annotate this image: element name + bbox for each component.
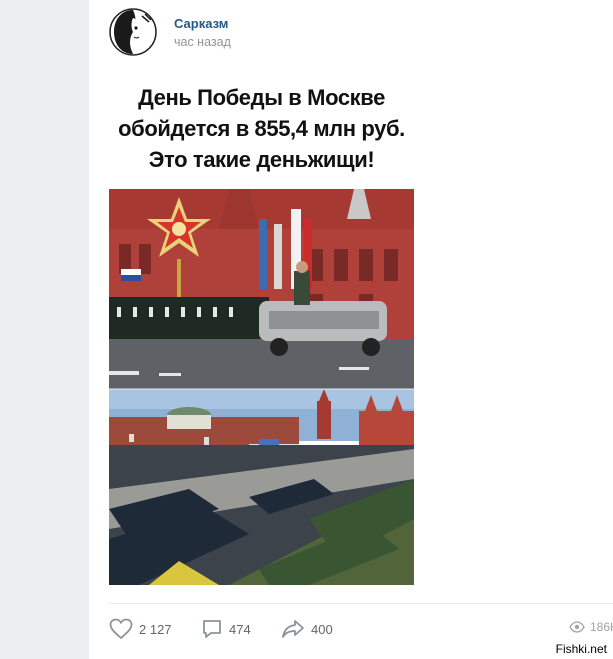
share-count: 400 — [311, 621, 333, 637]
views-count: 186К — [590, 620, 613, 634]
watermark: Fishki.net — [553, 642, 609, 656]
views-counter: 186К — [569, 620, 613, 634]
post-card: Сарказм час назад День Победы в Москве о… — [89, 0, 613, 659]
like-button[interactable]: 2 127 — [109, 618, 172, 640]
comment-icon — [203, 620, 221, 638]
post-photo[interactable] — [109, 189, 414, 585]
avatar-image — [109, 8, 157, 56]
headline-line-2: обойдется в 855,4 млн руб. — [118, 116, 405, 141]
post-time[interactable]: час назад — [174, 35, 231, 49]
parade-photo-illustration — [109, 189, 414, 585]
comment-count: 474 — [229, 621, 251, 637]
headline-line-3: Это такие деньжищи! — [148, 147, 375, 172]
author-name[interactable]: Сарказм — [174, 16, 228, 31]
post-headline: День Победы в Москве обойдется в 855,4 м… — [109, 82, 414, 175]
avatar[interactable] — [109, 8, 157, 56]
headline-line-1: День Победы в Москве — [138, 85, 385, 110]
share-arrow-icon — [282, 620, 304, 638]
actions-divider — [109, 603, 613, 604]
share-button[interactable]: 400 — [281, 618, 333, 640]
like-count: 2 127 — [139, 621, 172, 637]
comment-button[interactable]: 474 — [201, 618, 251, 640]
eye-icon — [569, 621, 585, 633]
heart-icon — [109, 618, 133, 640]
